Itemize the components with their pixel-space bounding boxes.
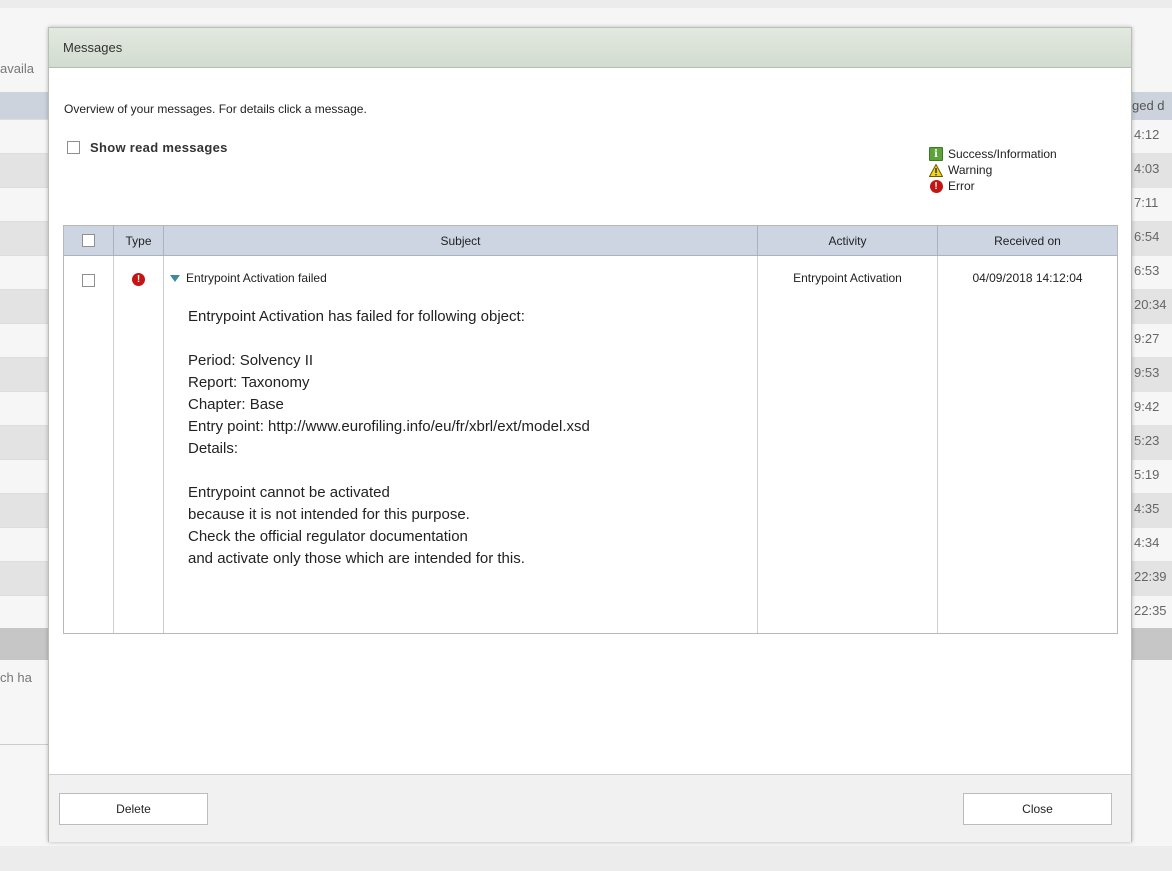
legend-error-label: Error	[948, 179, 975, 193]
details-message-line: and activate only those which are intend…	[188, 550, 525, 567]
row-select-cell	[64, 256, 114, 633]
background-time-cell: 9:27	[1130, 324, 1172, 358]
show-read-label: Show read messages	[90, 140, 228, 155]
error-icon: !	[929, 179, 943, 193]
received-column-header[interactable]: Received on	[938, 226, 1117, 255]
type-column-header[interactable]: Type	[114, 226, 164, 255]
details-label: Details:	[188, 440, 239, 457]
background-left-footer	[0, 628, 48, 660]
show-read-checkbox[interactable]	[67, 141, 80, 154]
details-report: Report: Taxonomy	[188, 374, 310, 391]
background-right-header: ged d	[1130, 92, 1172, 120]
table-header: Type Subject Activity Received on	[64, 226, 1117, 256]
legend-warning-label: Warning	[948, 163, 993, 177]
delete-button[interactable]: Delete	[59, 793, 208, 825]
dialog-footer: Delete Close	[49, 774, 1131, 842]
activity-column-header[interactable]: Activity	[758, 226, 938, 255]
background-left-column	[0, 92, 48, 596]
subject-column-header[interactable]: Subject	[164, 226, 758, 255]
background-time-cell: 7:11	[1130, 188, 1172, 222]
details-message-line: Entrypoint cannot be activated	[188, 484, 390, 501]
background-time-cell: 22:35	[1130, 596, 1172, 630]
table-row[interactable]: ! Entrypoint Activation failed Entrypoin…	[64, 256, 1117, 633]
activity-text: Entrypoint Activation	[793, 271, 902, 285]
background-divider	[0, 744, 48, 745]
details-heading: Entrypoint Activation has failed for fol…	[188, 308, 525, 325]
background-time-cell: 4:03	[1130, 154, 1172, 188]
background-right-column: ged d 4:12 4:03 7:11 6:54 6:53 20:34 9:2…	[1130, 92, 1172, 630]
background-time-cell: 22:39	[1130, 562, 1172, 596]
background-left-text: availa	[0, 61, 34, 76]
row-checkbox[interactable]	[82, 274, 95, 287]
select-all-checkbox[interactable]	[82, 234, 95, 247]
background-bottom-text: ch ha	[0, 670, 32, 685]
dialog-title: Messages	[49, 28, 1131, 68]
info-icon: i	[929, 147, 943, 161]
warning-icon	[929, 163, 943, 177]
legend-error: ! Error	[929, 178, 1057, 194]
details-message-line: because it is not intended for this purp…	[188, 506, 470, 523]
error-icon: !	[132, 273, 145, 286]
background-time-cell: 4:35	[1130, 494, 1172, 528]
background-time-cell: 6:53	[1130, 256, 1172, 290]
messages-table: Type Subject Activity Received on ! Entr…	[63, 225, 1118, 634]
background-time-cell: 20:34	[1130, 290, 1172, 324]
details-period: Period: Solvency II	[188, 352, 314, 369]
row-received-cell: 04/09/2018 14:12:04	[938, 256, 1117, 633]
close-button[interactable]: Close	[963, 793, 1112, 825]
background-right-footer	[1130, 628, 1172, 660]
messages-dialog: Messages Overview of your messages. For …	[48, 27, 1132, 842]
background-time-cell: 5:23	[1130, 426, 1172, 460]
subject-text: Entrypoint Activation failed	[186, 271, 327, 285]
row-subject-cell[interactable]: Entrypoint Activation failed Entrypoint …	[164, 256, 758, 633]
row-activity-cell: Entrypoint Activation	[758, 256, 938, 633]
message-type-legend: i Success/Information Warning ! Error	[929, 146, 1057, 194]
background-time-cell: 9:42	[1130, 392, 1172, 426]
legend-success: i Success/Information	[929, 146, 1057, 162]
background-time-cell: 4:12	[1130, 120, 1172, 154]
details-chapter: Chapter: Base	[188, 396, 284, 413]
intro-text: Overview of your messages. For details c…	[64, 102, 367, 116]
background-time-cell: 6:54	[1130, 222, 1172, 256]
background-time-cell: 4:34	[1130, 528, 1172, 562]
message-details: Entrypoint Activation has failed for fol…	[188, 306, 590, 570]
details-entry-point: Entry point: http://www.eurofiling.info/…	[188, 418, 590, 435]
received-text: 04/09/2018 14:12:04	[972, 271, 1083, 285]
show-read-messages-toggle[interactable]: Show read messages	[67, 140, 228, 155]
background-time-cell: 5:19	[1130, 460, 1172, 494]
background-time-cell: 9:53	[1130, 358, 1172, 392]
details-message-line: Check the official regulator documentati…	[188, 528, 468, 545]
expand-triangle-icon[interactable]	[170, 274, 180, 282]
legend-success-label: Success/Information	[948, 147, 1057, 161]
subject-expander[interactable]: Entrypoint Activation failed	[170, 271, 327, 285]
legend-warning: Warning	[929, 162, 1057, 178]
row-type-cell: !	[114, 256, 164, 633]
select-all-header	[64, 226, 114, 255]
